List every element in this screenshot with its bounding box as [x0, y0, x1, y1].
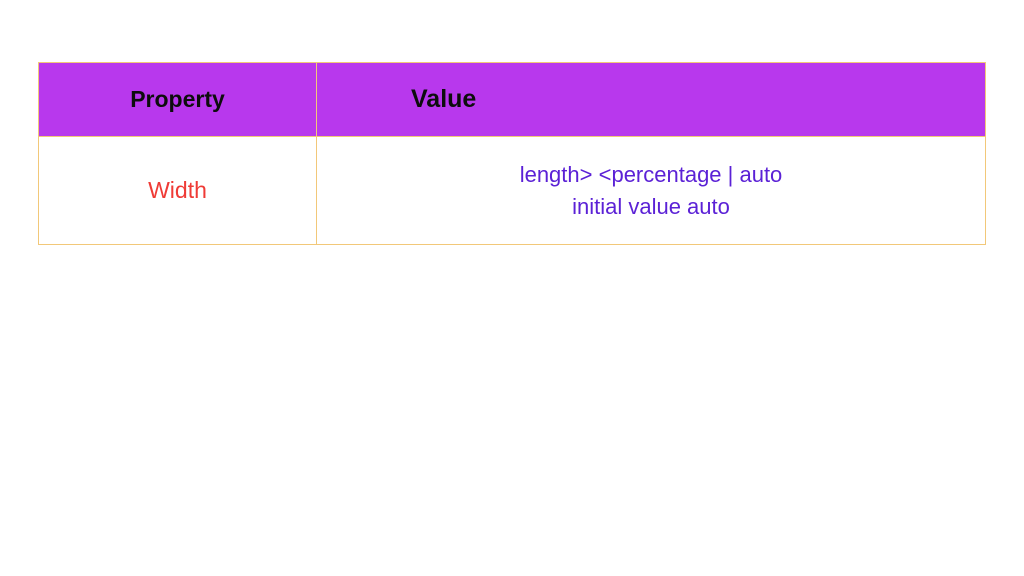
table-row: Width length> <percentage | auto initial… — [39, 137, 986, 245]
header-value: Value — [317, 63, 986, 137]
property-value-table: Property Value Width length> <percentage… — [38, 62, 986, 245]
header-property: Property — [39, 63, 317, 137]
property-name: Width — [148, 177, 207, 203]
table-header-row: Property Value — [39, 63, 986, 137]
value-line-1: length> <percentage | auto — [317, 159, 985, 191]
cell-value: length> <percentage | auto initial value… — [317, 137, 986, 245]
property-value: length> <percentage | auto initial value… — [317, 159, 985, 223]
cell-property: Width — [39, 137, 317, 245]
value-line-2: initial value auto — [317, 191, 985, 223]
